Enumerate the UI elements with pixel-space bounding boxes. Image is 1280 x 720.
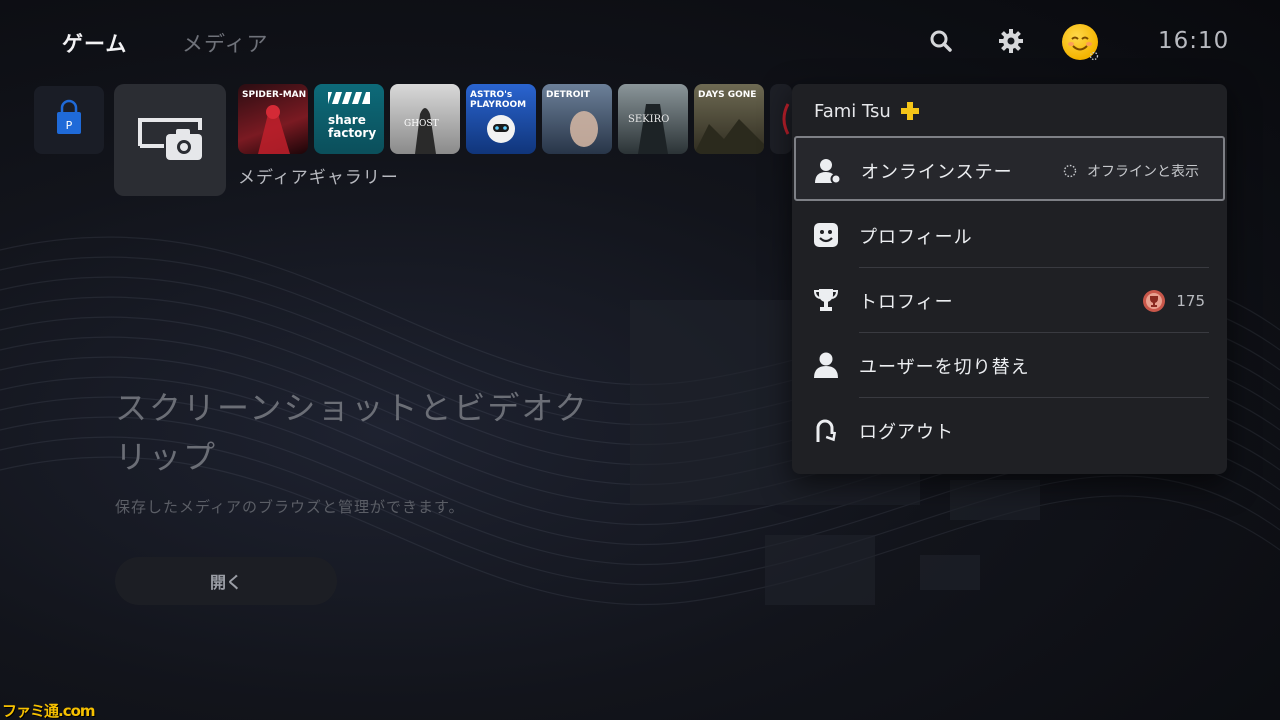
- svg-text:P: P: [66, 119, 73, 132]
- trophy-icon: [813, 289, 839, 311]
- gear-icon[interactable]: [996, 26, 1026, 56]
- svg-text:share: share: [328, 113, 366, 127]
- online-status-value: オフラインと表示: [1063, 161, 1199, 181]
- media-gallery-tile[interactable]: [114, 84, 226, 196]
- menu-item-switch-user[interactable]: ユーザーを切り替え: [794, 332, 1225, 397]
- camera-capture-icon: [138, 118, 202, 160]
- hero-title: スクリーンショットとビデオクリップ: [115, 389, 589, 476]
- famitsu-watermark: ファミ通.com: [2, 702, 96, 720]
- svg-text:factory: factory: [328, 126, 376, 140]
- tile-sharefactory[interactable]: share factory: [314, 84, 384, 154]
- logout-icon: [816, 419, 837, 442]
- offline-status-icon: [1089, 51, 1099, 61]
- menu-item-online-status[interactable]: オンラインステー オフラインと表示: [794, 136, 1225, 201]
- tile-ghost[interactable]: GHOST: [390, 84, 460, 154]
- profile-face-icon: [814, 223, 838, 247]
- svg-text:SEKIRO: SEKIRO: [628, 114, 669, 125]
- tile-days-gone[interactable]: DAYS GONE: [694, 84, 764, 154]
- clock: 16:10: [1158, 28, 1230, 54]
- online-status-icon: [815, 159, 842, 185]
- menu-item-logout[interactable]: ログアウト: [794, 397, 1225, 462]
- tile-sekiro[interactable]: SEKIRO: [618, 84, 688, 154]
- store-bag-icon: P: [57, 99, 81, 134]
- playstation-store-tile[interactable]: P: [34, 86, 104, 154]
- tab-media[interactable]: メディア: [182, 28, 269, 58]
- search-icon[interactable]: [926, 26, 956, 56]
- menu-username: Fami Tsu: [814, 100, 891, 122]
- trophy-level: 175: [1142, 289, 1205, 313]
- open-button[interactable]: 開く: [115, 557, 337, 605]
- menu-item-profile[interactable]: プロフィール: [794, 202, 1225, 267]
- tile-spiderman[interactable]: SPIDER-MAN: [238, 84, 308, 154]
- offline-dotted-circle-icon: [1063, 164, 1077, 178]
- ps-plus-icon: [900, 102, 919, 120]
- profile-menu: Fami Tsu オンラインステー オフラインと表示 プロフィール トロフィー …: [792, 84, 1227, 474]
- tile-partial[interactable]: [770, 84, 792, 154]
- menu-username-row: Fami Tsu: [814, 100, 921, 122]
- switch-user-icon: [814, 352, 838, 378]
- media-gallery-caption: メディアギャラリー: [238, 168, 399, 188]
- user-avatar[interactable]: [1062, 24, 1099, 61]
- menu-item-trophies[interactable]: トロフィー 175: [794, 267, 1225, 332]
- trophy-level-badge-icon: [1143, 290, 1166, 312]
- tile-astro-playroom[interactable]: ASTRO's PLAYROOM: [466, 84, 536, 154]
- tile-detroit[interactable]: DETROIT: [542, 84, 612, 154]
- trophy-count: 175: [1176, 292, 1205, 310]
- hero-description: 保存したメディアのブラウズと管理ができます。: [115, 498, 465, 516]
- svg-text:GHOST: GHOST: [404, 119, 439, 129]
- tab-games[interactable]: ゲーム: [62, 28, 127, 58]
